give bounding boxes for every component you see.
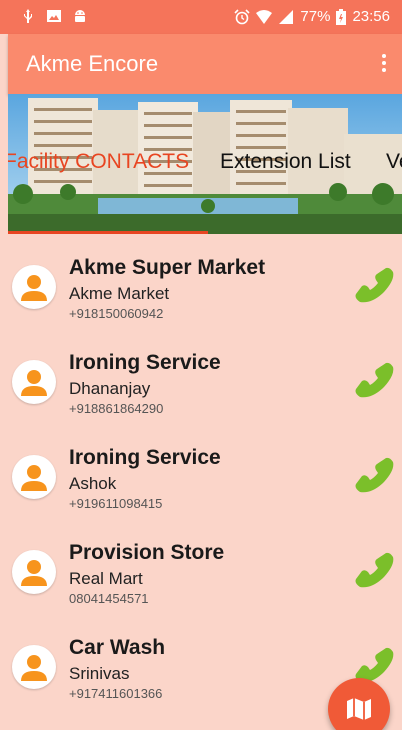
contact-name: Srinivas <box>69 664 130 683</box>
phone-call-icon[interactable] <box>350 359 396 403</box>
person-avatar-icon <box>12 550 56 594</box>
phone-call-icon[interactable] <box>350 264 396 308</box>
status-bar: 77% 23:56 <box>0 0 402 34</box>
phone-call-icon[interactable] <box>350 454 396 498</box>
contacts-list: Akme Super Market Akme Market +918150060… <box>8 234 402 730</box>
contact-phone: +918150060942 <box>69 306 164 321</box>
app-bar: Akme Encore <box>8 34 402 94</box>
contact-phone: 08041454571 <box>69 591 149 606</box>
list-item[interactable]: Provision Store Real Mart 08041454571 <box>8 519 402 614</box>
usb-icon <box>24 9 32 23</box>
person-avatar-icon <box>12 455 56 499</box>
contact-name: Dhananjay <box>69 379 151 398</box>
signal-icon <box>279 9 294 24</box>
tab-strip: Facility CONTACTS Extension List Ve <box>8 150 402 174</box>
list-item[interactable]: Ironing Service Ashok +919611098415 <box>8 424 402 519</box>
tab-extension-list[interactable]: Extension List <box>220 150 351 174</box>
alarm-icon <box>234 8 250 24</box>
tab-partial[interactable]: Ve <box>386 150 402 174</box>
header-banner: Facility CONTACTS Extension List Ve <box>8 94 402 234</box>
person-avatar-icon <box>12 360 56 404</box>
contact-name: Akme Market <box>69 284 170 303</box>
list-item[interactable]: Ironing Service Dhananjay +918861864290 <box>8 329 402 424</box>
contact-name: Real Mart <box>69 569 143 588</box>
person-avatar-icon <box>12 645 56 689</box>
person-avatar-icon <box>12 265 56 309</box>
wifi-icon <box>256 9 273 24</box>
contact-phone: +917411601366 <box>69 686 163 701</box>
phone-call-icon[interactable] <box>350 549 396 593</box>
contact-title: Ironing Service <box>69 446 221 469</box>
android-icon <box>75 10 85 22</box>
tab-facility-contacts[interactable]: Facility CONTACTS <box>8 150 189 174</box>
contact-title: Ironing Service <box>69 351 221 374</box>
app-title: Akme Encore <box>26 51 159 76</box>
contact-title: Provision Store <box>69 541 225 564</box>
contact-phone: +919611098415 <box>69 496 163 511</box>
image-icon <box>47 10 61 22</box>
more-vert-icon[interactable] <box>376 52 392 76</box>
clock: 23:56 <box>352 8 390 25</box>
contact-title: Car Wash <box>69 636 166 659</box>
contact-name: Ashok <box>69 474 117 493</box>
battery-percent: 77% <box>300 8 331 25</box>
map-icon <box>347 698 371 720</box>
battery-icon <box>336 8 347 25</box>
list-item[interactable]: Akme Super Market Akme Market +918150060… <box>8 234 402 329</box>
contact-phone: +918861864290 <box>69 401 164 416</box>
contact-title: Akme Super Market <box>69 256 266 279</box>
